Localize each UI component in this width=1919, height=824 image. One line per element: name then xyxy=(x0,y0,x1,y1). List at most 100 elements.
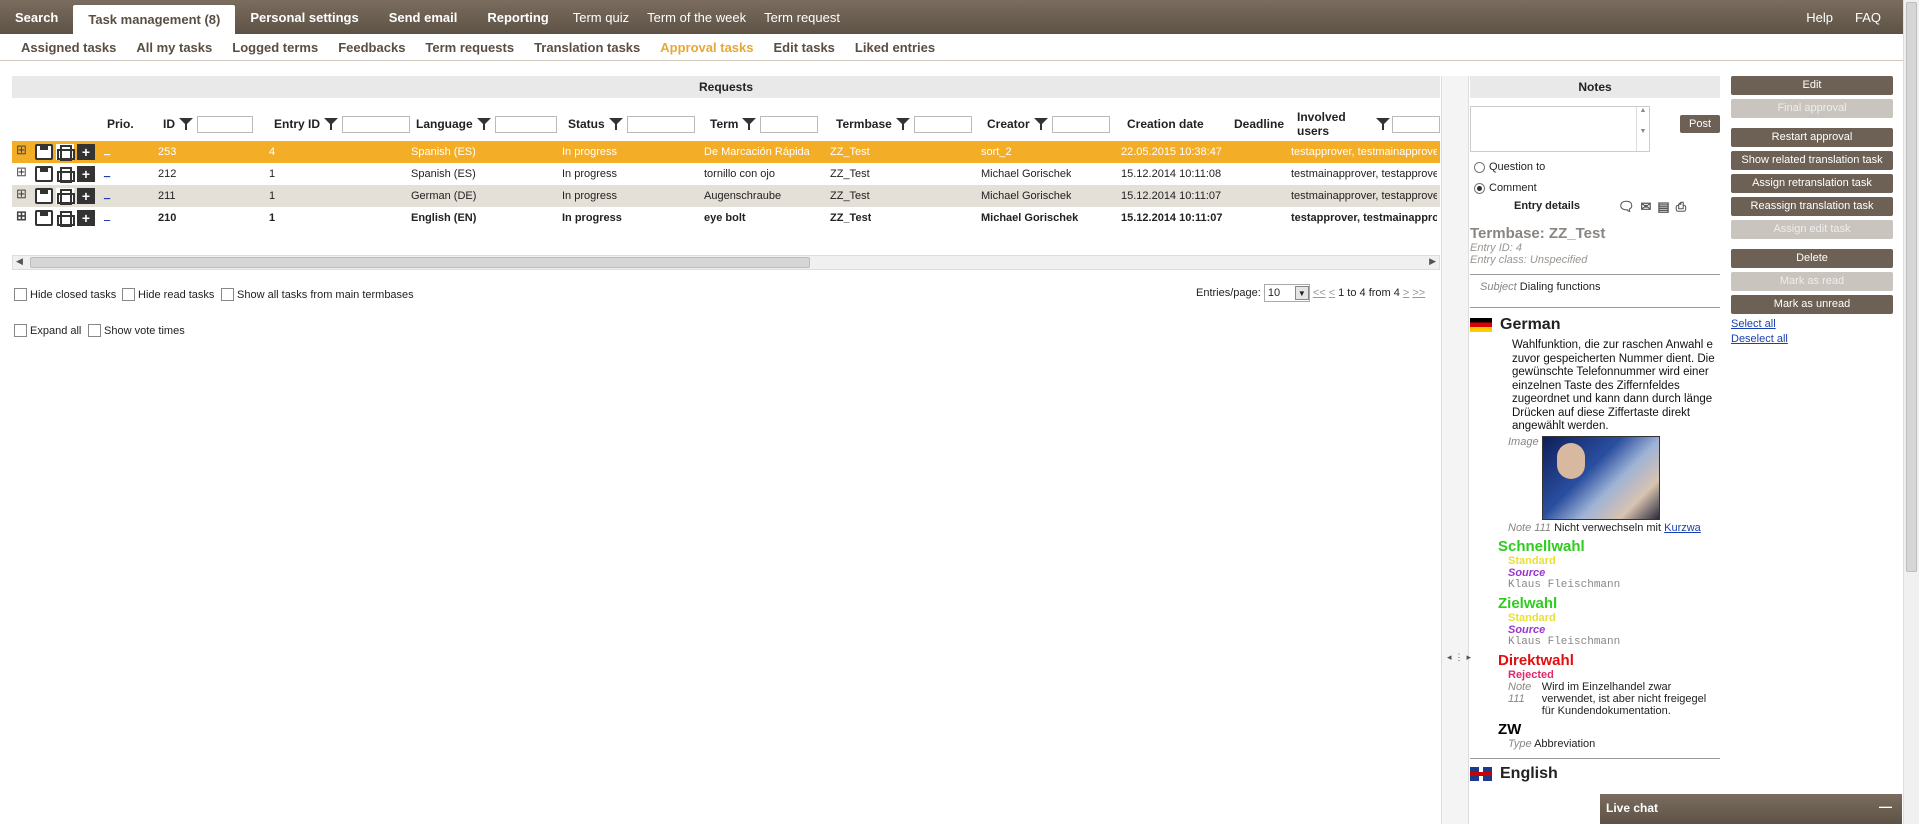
mark-as-unread-button[interactable]: Mark as unread xyxy=(1731,295,1893,314)
table-row[interactable]: + _ 253 4 Spanish (ES) In progress De Ma… xyxy=(12,141,1440,163)
reassign-translation-task-button[interactable]: Reassign translation task xyxy=(1731,197,1893,216)
col-creator[interactable]: Creator xyxy=(987,115,1110,133)
tree-icon[interactable] xyxy=(14,186,32,204)
prio-link[interactable]: _ xyxy=(104,210,110,222)
filter-icon[interactable] xyxy=(608,118,623,130)
table-row[interactable]: + _ 212 1 Spanish (ES) In progress torni… xyxy=(12,163,1440,185)
prev-page-link[interactable]: < xyxy=(1329,287,1335,299)
tab-assigned-tasks[interactable]: Assigned tasks xyxy=(11,40,126,55)
plus-icon[interactable]: + xyxy=(77,166,95,182)
id-filter-input[interactable] xyxy=(197,115,253,133)
save-icon[interactable] xyxy=(35,188,53,204)
phone-keypad-image[interactable] xyxy=(1541,435,1660,520)
col-termbase[interactable]: Termbase xyxy=(836,115,972,133)
status-filter-select[interactable] xyxy=(626,115,695,133)
scroll-right-icon[interactable]: ▶ xyxy=(1429,256,1436,267)
term-schnellwahl[interactable]: Schnellwahl xyxy=(1498,538,1720,555)
col-entry-id[interactable]: Entry ID xyxy=(274,115,411,133)
nav-reporting[interactable]: Reporting xyxy=(472,0,563,34)
language-filter-input[interactable] xyxy=(494,115,557,133)
show-vote-checkbox[interactable]: Show vote times xyxy=(88,324,185,337)
tab-feedbacks[interactable]: Feedbacks xyxy=(328,40,415,55)
assign-retranslation-task-button[interactable]: Assign retranslation task xyxy=(1731,174,1893,193)
col-deadline[interactable]: Deadline xyxy=(1234,117,1284,131)
tab-all-my-tasks[interactable]: All my tasks xyxy=(126,40,222,55)
col-status[interactable]: Status xyxy=(568,115,695,133)
nav-task-management[interactable]: Task management (8) xyxy=(73,5,236,34)
filter-icon[interactable] xyxy=(895,118,910,130)
delete-button[interactable]: Delete xyxy=(1731,249,1893,268)
radio-circle[interactable] xyxy=(1474,182,1485,194)
save-icon[interactable] xyxy=(35,210,53,226)
filter-icon[interactable] xyxy=(476,118,491,130)
tab-term-requests[interactable]: Term requests xyxy=(415,40,524,55)
term-direktwahl[interactable]: Direktwahl xyxy=(1498,652,1720,669)
checkbox-box[interactable] xyxy=(221,288,234,301)
chevron-down-icon[interactable]: ▼ xyxy=(1294,286,1309,300)
expand-all-checkbox[interactable]: Expand all xyxy=(14,324,81,337)
show-related-translation-task-button[interactable]: Show related translation task xyxy=(1731,151,1893,170)
save-icon[interactable] xyxy=(35,144,53,160)
textarea-scrollbar[interactable]: ▲ ▼ xyxy=(1636,107,1649,151)
tree-icon[interactable] xyxy=(14,164,32,182)
nav-personal-settings[interactable]: Personal settings xyxy=(235,0,373,34)
filter-icon[interactable] xyxy=(1033,118,1048,130)
edit-button[interactable]: Edit xyxy=(1731,76,1893,95)
save-icon[interactable] xyxy=(35,166,53,182)
nav-term-of-week[interactable]: Term of the week xyxy=(638,0,755,34)
prio-link[interactable]: _ xyxy=(104,166,110,178)
print-icon[interactable] xyxy=(56,166,75,183)
col-prio[interactable]: Prio. xyxy=(107,117,134,131)
assign-edit-task-button[interactable]: Assign edit task xyxy=(1731,220,1893,239)
mark-as-read-button[interactable]: Mark as read xyxy=(1731,272,1893,291)
deselect-all-link[interactable]: Deselect all xyxy=(1731,333,1893,345)
hide-closed-checkbox[interactable]: Hide closed tasks xyxy=(14,288,116,301)
tree-icon[interactable] xyxy=(14,208,32,226)
print-icon[interactable] xyxy=(56,144,75,161)
entry-id-filter-input[interactable] xyxy=(342,115,411,133)
tab-approval-tasks[interactable]: Approval tasks xyxy=(650,40,763,55)
term-zielwahl[interactable]: Zielwahl xyxy=(1498,595,1720,612)
first-page-link[interactable]: << xyxy=(1313,287,1326,299)
table-row[interactable]: + _ 210 1 English (EN) In progress eye b… xyxy=(12,207,1440,229)
table-horizontal-scrollbar[interactable]: ◀ ▶ xyxy=(12,255,1440,270)
show-all-checkbox[interactable]: Show all tasks from main termbases xyxy=(221,288,414,301)
nav-term-quiz[interactable]: Term quiz xyxy=(564,0,638,34)
tree-icon[interactable] xyxy=(14,142,32,160)
post-button[interactable]: Post xyxy=(1680,115,1720,133)
hide-read-checkbox[interactable]: Hide read tasks xyxy=(122,288,214,301)
col-term[interactable]: Term xyxy=(710,115,819,133)
plus-icon[interactable]: + xyxy=(77,188,95,204)
col-id[interactable]: ID xyxy=(163,115,253,133)
nav-term-request[interactable]: Term request xyxy=(755,0,849,34)
checkbox-box[interactable] xyxy=(88,324,101,337)
nav-search[interactable]: Search xyxy=(0,0,73,34)
filter-icon[interactable] xyxy=(179,118,193,130)
prio-link[interactable]: _ xyxy=(104,188,110,200)
notes-textarea[interactable]: ▲ ▼ xyxy=(1470,106,1650,152)
print-icon[interactable]: ⎙ xyxy=(1676,199,1686,215)
nav-send-email[interactable]: Send email xyxy=(374,0,473,34)
panel-splitter[interactable]: ◂⋮▸ xyxy=(1441,76,1471,824)
mail-icon[interactable]: ✉ xyxy=(1641,199,1652,215)
question-radio[interactable]: Question to xyxy=(1474,161,1545,173)
checkbox-box[interactable] xyxy=(14,288,27,301)
checkbox-box[interactable] xyxy=(14,324,27,337)
radio-circle[interactable] xyxy=(1474,161,1485,173)
restart-approval-button[interactable]: Restart approval xyxy=(1731,128,1893,147)
table-scrollbar-thumb[interactable] xyxy=(30,257,810,268)
col-language[interactable]: Language xyxy=(416,115,557,133)
tab-edit-tasks[interactable]: Edit tasks xyxy=(763,40,844,55)
print-icon[interactable] xyxy=(56,210,75,227)
nav-help[interactable]: Help xyxy=(1795,0,1844,34)
col-creation-date[interactable]: Creation date xyxy=(1127,117,1204,131)
select-all-link[interactable]: Select all xyxy=(1731,318,1893,330)
note-link[interactable]: Kurzwa xyxy=(1664,522,1701,534)
filter-icon[interactable] xyxy=(742,118,757,130)
filter-icon[interactable] xyxy=(1375,118,1390,130)
term-filter-input[interactable] xyxy=(760,115,819,133)
users-filter-input[interactable] xyxy=(1391,115,1440,133)
minimize-icon[interactable]: — xyxy=(1879,799,1892,814)
checkbox-box[interactable] xyxy=(122,288,135,301)
plus-icon[interactable]: + xyxy=(77,210,95,226)
